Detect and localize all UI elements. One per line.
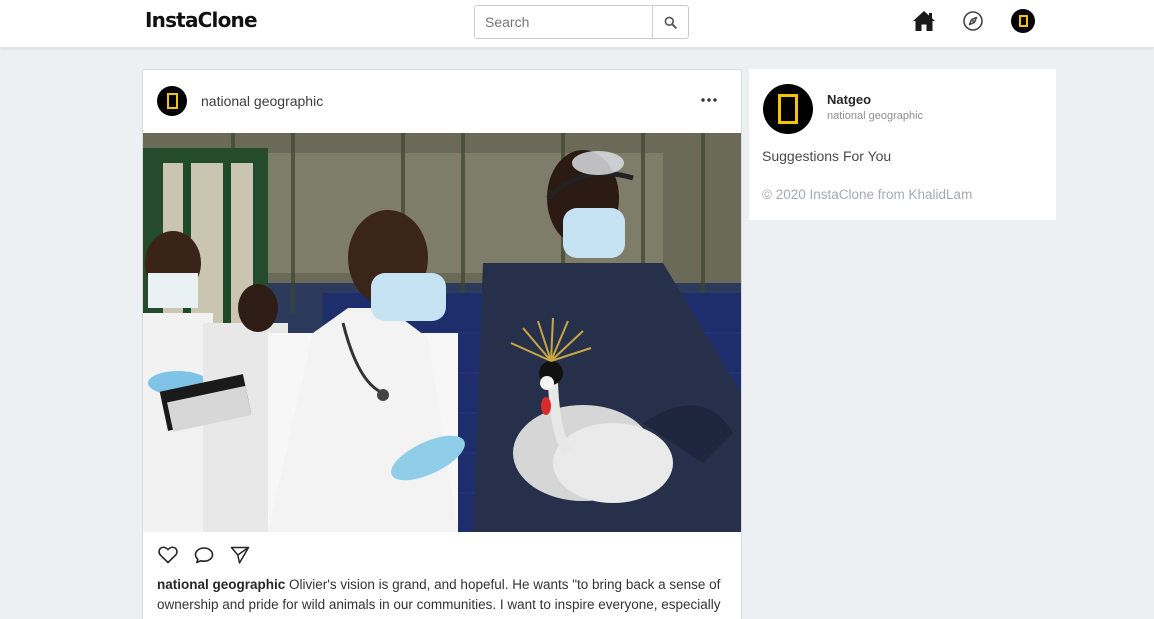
share-icon (230, 546, 250, 564)
home-button[interactable] (912, 9, 936, 33)
home-icon (913, 11, 935, 31)
post-header: national geographic (143, 70, 741, 133)
sidebar-profile-subtitle: national geographic (827, 110, 924, 122)
post-author-avatar[interactable] (157, 86, 187, 116)
post-caption: national geographic Olivier's vision is … (157, 575, 729, 615)
share-button[interactable] (229, 544, 251, 566)
natgeo-logo-icon (1018, 15, 1028, 27)
sidebar-profile-name[interactable]: Natgeo (827, 92, 871, 107)
profile-sidebar: Natgeo national geographic Suggestions F… (749, 69, 1056, 220)
top-navbar: InstaClone (0, 0, 1154, 48)
post-photo[interactable] (143, 133, 741, 532)
post-card: national geographic national geographic … (142, 69, 742, 619)
comment-icon (194, 547, 214, 564)
more-options-icon (701, 98, 717, 102)
comment-button[interactable] (193, 544, 215, 566)
copyright-footer: © 2020 InstaClone from KhalidLam (762, 187, 973, 202)
sidebar-avatar[interactable] (763, 84, 813, 134)
explore-button[interactable] (961, 9, 985, 33)
post-options-button[interactable] (697, 90, 721, 110)
heart-icon (158, 546, 178, 564)
natgeo-logo-icon (166, 93, 178, 109)
post-author-name[interactable]: national geographic (201, 93, 323, 109)
search-button[interactable] (653, 5, 689, 39)
search-bar (474, 5, 689, 39)
app-logo[interactable]: InstaClone (145, 8, 258, 32)
suggestions-heading: Suggestions For You (762, 148, 892, 164)
profile-avatar[interactable] (1011, 9, 1035, 33)
search-input[interactable] (474, 5, 653, 39)
caption-username[interactable]: national geographic (157, 577, 285, 592)
post-actions (157, 544, 251, 566)
compass-icon (963, 11, 983, 31)
natgeo-logo-icon (778, 94, 798, 124)
post-photo-illustration (143, 133, 741, 532)
search-icon (664, 16, 677, 29)
like-button[interactable] (157, 544, 179, 566)
